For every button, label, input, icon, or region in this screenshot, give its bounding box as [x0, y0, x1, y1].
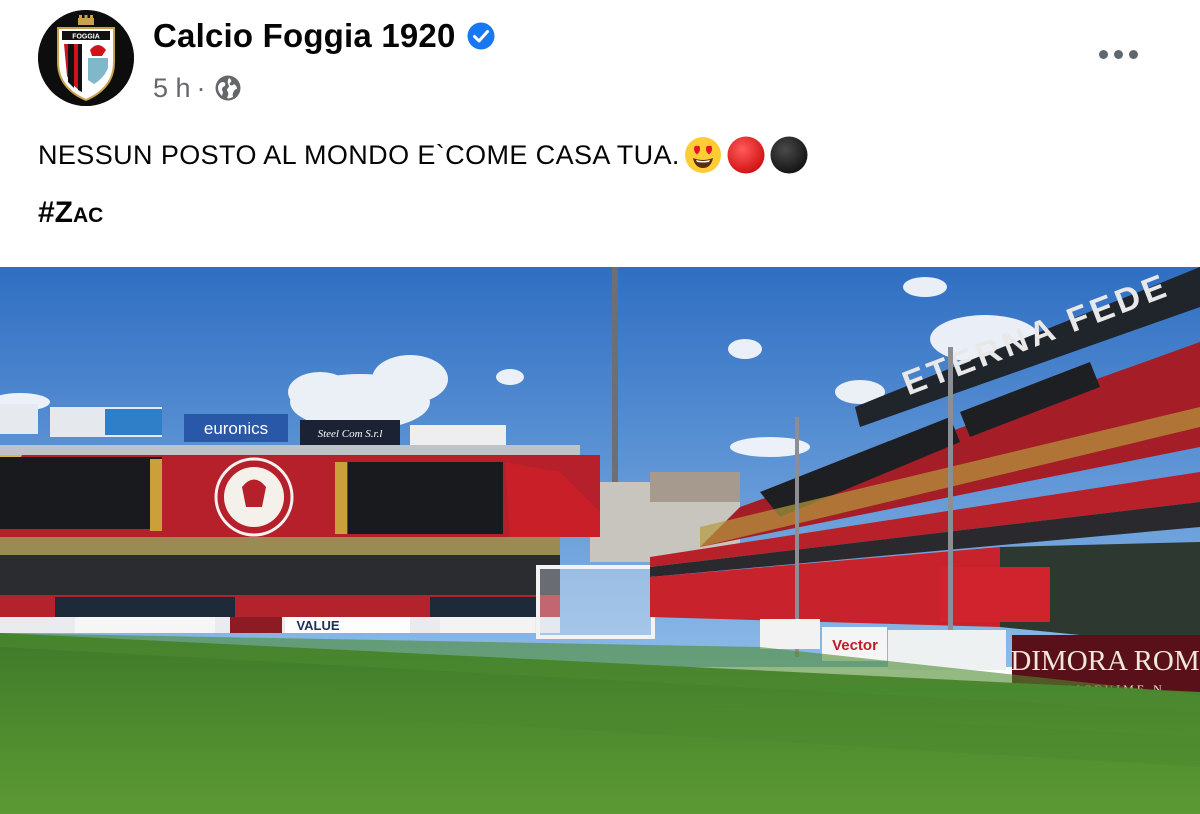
banner-steel-com: Steel Com S.r.l	[318, 428, 383, 440]
banner-euronics: euronics	[204, 419, 268, 438]
post-message: NESSUN POSTO AL MONDO E`COME CASA TUA.	[38, 139, 680, 170]
author-name[interactable]: Calcio Foggia 1920	[153, 17, 456, 55]
more-options-icon-dot	[1128, 49, 1138, 59]
more-options-button[interactable]	[1088, 32, 1148, 76]
author-row: Calcio Foggia 1920	[153, 14, 496, 58]
red-circle-emoji	[727, 136, 765, 174]
stadium-photo: euronics Steel Com S.r.l VALUE ETERNA FE…	[0, 267, 1200, 814]
globe-icon[interactable]	[214, 74, 242, 102]
heart-eyes-emoji	[684, 137, 721, 173]
post-text: NESSUN POSTO AL MONDO E`COME CASA TUA.	[38, 133, 809, 177]
post-timestamp[interactable]: 5 h	[153, 73, 191, 104]
banner-vector: Vector	[832, 637, 878, 654]
hashtag-rest: ac	[73, 196, 104, 229]
post-media[interactable]: euronics Steel Com S.r.l VALUE ETERNA FE…	[0, 267, 1200, 814]
logo-brand-text: FOGGIA	[72, 34, 100, 41]
banner-value: VALUE	[296, 618, 339, 633]
hashtag-link[interactable]: #Zac	[38, 196, 103, 230]
banner-dimora: DIMORA ROM	[1010, 645, 1199, 677]
more-options-icon-dot	[1113, 49, 1123, 59]
verified-badge-icon	[467, 22, 495, 50]
facebook-post: FOGGIA Calcio Foggia 1920 5 h · NESSUN P…	[0, 0, 1200, 814]
club-logo-avatar[interactable]: FOGGIA	[38, 10, 134, 106]
black-circle-emoji	[770, 136, 808, 174]
post-meta: 5 h ·	[153, 70, 242, 106]
more-options-icon	[1098, 49, 1108, 59]
meta-separator: ·	[196, 72, 206, 103]
hashtag-prefix: #Z	[38, 196, 74, 229]
